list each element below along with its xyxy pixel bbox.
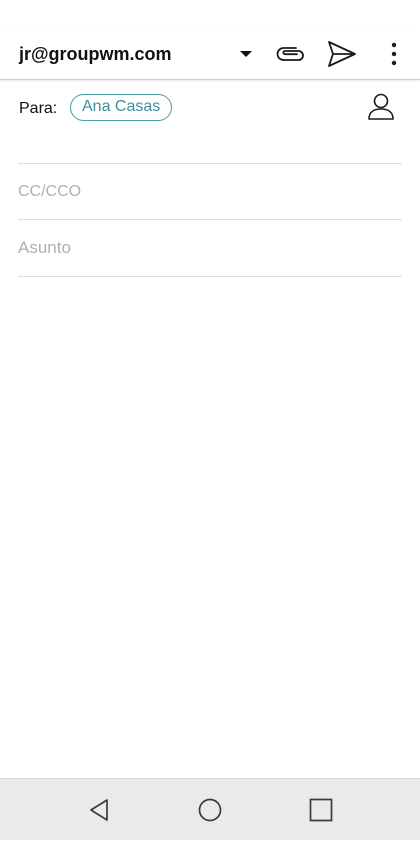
home-button[interactable]	[180, 779, 240, 841]
account-selector[interactable]: jr@groupwm.com	[0, 28, 262, 80]
message-body[interactable]	[0, 277, 420, 778]
account-email: jr@groupwm.com	[19, 44, 172, 64]
compose-toolbar: jr@groupwm.com	[0, 28, 420, 80]
subject-row	[0, 220, 420, 275]
paperclip-icon	[276, 47, 304, 61]
send-icon	[328, 41, 356, 67]
recipient-chip[interactable]: Ana Casas	[70, 94, 173, 121]
cc-row	[0, 164, 420, 219]
recents-icon	[309, 798, 333, 822]
recents-button[interactable]	[291, 779, 351, 841]
subject-input[interactable]	[18, 220, 402, 275]
more-options-button[interactable]	[376, 28, 412, 80]
more-vertical-icon	[391, 42, 397, 66]
home-icon	[198, 798, 222, 822]
send-button[interactable]	[320, 28, 364, 80]
back-button[interactable]	[69, 779, 129, 841]
status-bar	[0, 0, 420, 28]
back-icon	[90, 799, 108, 821]
chevron-down-icon	[240, 51, 252, 57]
cc-input[interactable]	[18, 164, 402, 219]
to-label: Para:	[19, 100, 58, 117]
person-icon	[368, 93, 394, 120]
attach-button[interactable]	[269, 28, 313, 80]
add-contact-button[interactable]	[360, 88, 402, 126]
navigation-bar	[0, 778, 420, 840]
to-row: Para: Ana Casas	[0, 80, 420, 164]
